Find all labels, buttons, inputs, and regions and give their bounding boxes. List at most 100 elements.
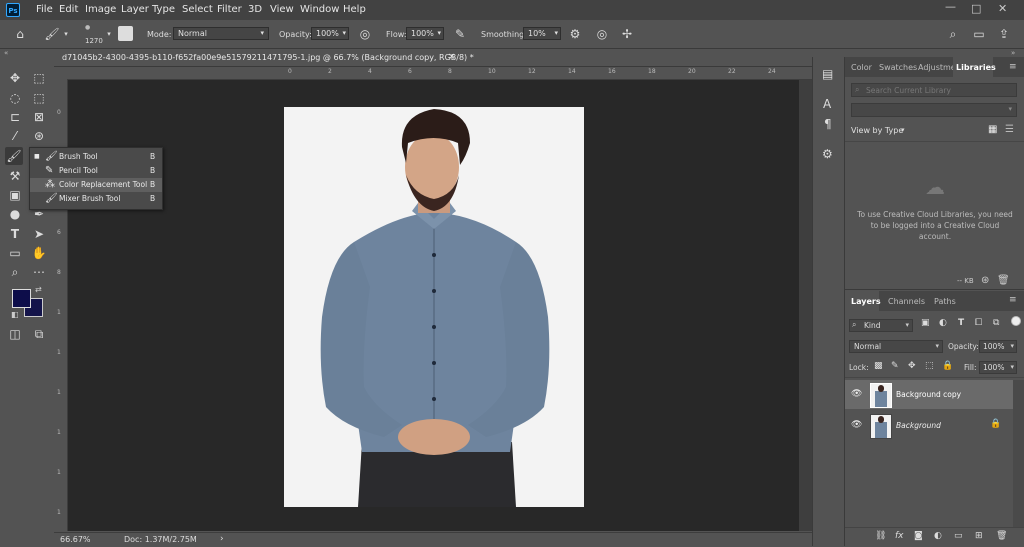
filter-type-icon[interactable]: T xyxy=(958,318,964,328)
foreground-color-swatch[interactable] xyxy=(12,289,31,308)
flyout-pencil-tool[interactable]: ✎ Pencil Tool B xyxy=(30,164,162,178)
tab-adjustments[interactable]: Adjustme xyxy=(918,63,956,72)
menu-window[interactable]: Window xyxy=(300,4,339,15)
menu-image[interactable]: Image xyxy=(85,4,116,15)
cc-sync-icon[interactable]: ⊛ xyxy=(981,275,989,286)
menu-type[interactable]: Type xyxy=(152,4,175,15)
collapse-toolbar-icon[interactable]: « xyxy=(4,49,8,57)
filter-toggle-icon[interactable] xyxy=(1011,316,1021,326)
lock-artboard-icon[interactable]: ⬚ xyxy=(925,361,934,371)
healing-tool-icon[interactable]: ⊛ xyxy=(30,127,48,145)
link-icon[interactable]: ⛓ xyxy=(875,531,886,541)
dodge-tool-icon[interactable]: ● xyxy=(6,205,24,223)
flyout-mixer-brush-tool[interactable]: 🖌 Mixer Brush Tool B xyxy=(30,192,162,206)
brush-tool-icon[interactable]: 🖌 xyxy=(5,147,23,165)
chevron-down-icon[interactable]: ▾ xyxy=(101,26,117,42)
menu-select[interactable]: Select xyxy=(182,4,213,15)
menu-edit[interactable]: Edit xyxy=(59,4,78,15)
mode-select[interactable]: Normal ▾ xyxy=(173,27,269,40)
maximize-icon[interactable]: □ xyxy=(971,2,981,15)
flow-field[interactable]: 100% ▾ xyxy=(406,27,444,40)
search-icon[interactable]: ⌕ xyxy=(945,26,961,42)
vertical-scrollbar[interactable] xyxy=(799,80,812,531)
type-tool-icon[interactable]: T xyxy=(6,225,24,243)
adjustment-icon[interactable]: ◐ xyxy=(934,531,942,541)
layer-row-background[interactable]: 👁 Background 🔒 xyxy=(845,411,1013,440)
menu-layer[interactable]: Layer xyxy=(121,4,149,15)
document-image[interactable] xyxy=(284,107,584,507)
properties-panel-icon[interactable]: ⚙ xyxy=(822,147,833,161)
home-icon[interactable]: ⌂ xyxy=(12,26,28,42)
gradient-tool-icon[interactable]: ▣ xyxy=(6,186,24,204)
tab-color[interactable]: Color xyxy=(851,63,872,72)
grid-view-icon[interactable]: ▦ xyxy=(988,124,997,135)
library-search-input[interactable]: ⌕ Search Current Library xyxy=(851,83,1017,97)
filter-adjustment-icon[interactable]: ◐ xyxy=(939,318,947,328)
flyout-color-replacement-tool[interactable]: ⁂ Color Replacement Tool B xyxy=(30,178,162,192)
minimize-icon[interactable]: — xyxy=(945,0,956,13)
panel-menu-icon[interactable]: ≡ xyxy=(1009,62,1017,72)
fx-icon[interactable]: fx xyxy=(895,531,904,541)
eye-icon[interactable]: 👁 xyxy=(851,420,862,430)
layer-opacity-field[interactable]: 100% ▾ xyxy=(979,340,1017,353)
tab-layers[interactable]: Layers xyxy=(851,297,881,306)
mask-icon[interactable]: ◙ xyxy=(914,531,923,541)
clone-stamp-tool-icon[interactable]: ⚒ xyxy=(6,167,24,185)
layer-name[interactable]: Background xyxy=(896,421,941,430)
layers-scrollbar[interactable] xyxy=(1013,380,1024,530)
blend-mode-select[interactable]: Normal ▾ xyxy=(849,340,943,353)
menu-file[interactable]: File xyxy=(36,4,53,15)
lock-image-icon[interactable]: ✎ xyxy=(891,361,899,371)
crop-tool-icon[interactable]: ⊏ xyxy=(6,108,24,126)
pressure-size-icon[interactable]: ◎ xyxy=(594,26,610,42)
list-view-icon[interactable]: ☰ xyxy=(1005,124,1014,135)
path-selection-tool-icon[interactable]: ➤ xyxy=(30,225,48,243)
brush-panel-toggle-icon[interactable] xyxy=(118,26,133,41)
character-panel-icon[interactable]: A xyxy=(823,97,831,111)
close-icon[interactable]: ✕ xyxy=(998,2,1007,15)
screen-mode-icon[interactable]: ⧉ xyxy=(30,325,48,343)
marquee-tool-icon[interactable]: ⬚ xyxy=(30,69,48,87)
gear-icon[interactable]: ⚙ xyxy=(567,26,583,42)
trash-icon[interactable]: 🗑 xyxy=(997,275,1010,286)
group-icon[interactable]: ▭ xyxy=(954,531,963,541)
frame-tool-icon[interactable]: ⊠ xyxy=(30,108,48,126)
lasso-tool-icon[interactable]: ◌ xyxy=(6,89,24,107)
hand-tool-icon[interactable]: ✋ xyxy=(30,244,48,262)
symmetry-icon[interactable]: ✢ xyxy=(619,26,635,42)
menu-filter[interactable]: Filter xyxy=(217,4,242,15)
new-layer-icon[interactable]: ⊞ xyxy=(975,531,983,541)
rectangle-tool-icon[interactable]: ▭ xyxy=(6,244,24,262)
tab-paths[interactable]: Paths xyxy=(934,297,956,306)
collapse-panels-icon[interactable]: » xyxy=(1011,49,1015,57)
filter-smart-object-icon[interactable]: ⧉ xyxy=(993,318,999,328)
library-select[interactable]: ▾ xyxy=(851,103,1017,117)
airbrush-icon[interactable]: ✎ xyxy=(452,26,468,42)
chevron-down-icon[interactable]: ▾ xyxy=(58,26,74,42)
lock-all-icon[interactable]: 🔒 xyxy=(942,361,953,371)
layer-name[interactable]: Background copy xyxy=(896,390,961,399)
panel-menu-icon[interactable]: ≡ xyxy=(1009,295,1017,305)
zoom-level[interactable]: 66.67% xyxy=(60,535,91,544)
filter-shape-icon[interactable]: ⧠ xyxy=(975,318,982,328)
move-tool-icon[interactable]: ✥ xyxy=(6,69,24,87)
share-icon[interactable]: ⇪ xyxy=(996,26,1012,42)
opacity-field[interactable]: 100% ▾ xyxy=(311,27,349,40)
close-document-icon[interactable]: × xyxy=(448,52,456,62)
default-colors-icon[interactable]: ◧ xyxy=(11,310,19,319)
tab-channels[interactable]: Channels xyxy=(888,297,925,306)
history-panel-icon[interactable]: ▤ xyxy=(822,67,833,81)
menu-view[interactable]: View xyxy=(270,4,294,15)
chevron-right-icon[interactable]: › xyxy=(220,534,224,544)
zoom-tool-icon[interactable]: ⌕ xyxy=(6,263,24,281)
menu-help[interactable]: Help xyxy=(343,4,366,15)
filter-pixel-icon[interactable]: ▣ xyxy=(921,318,930,328)
menu-3d[interactable]: 3D xyxy=(248,4,262,15)
pressure-opacity-icon[interactable]: ◎ xyxy=(357,26,373,42)
chevron-down-icon[interactable]: ▾ xyxy=(901,126,905,134)
eyedropper-tool-icon[interactable]: ⁄ xyxy=(6,127,24,145)
workspace-icon[interactable]: ▭ xyxy=(971,26,987,42)
layer-row-background-copy[interactable]: 👁 Background copy xyxy=(845,380,1013,409)
smoothing-field[interactable]: 10% ▾ xyxy=(523,27,561,40)
document-tab[interactable]: d71045b2-4300-4395-b110-f652fa00e9e51579… xyxy=(56,50,474,66)
